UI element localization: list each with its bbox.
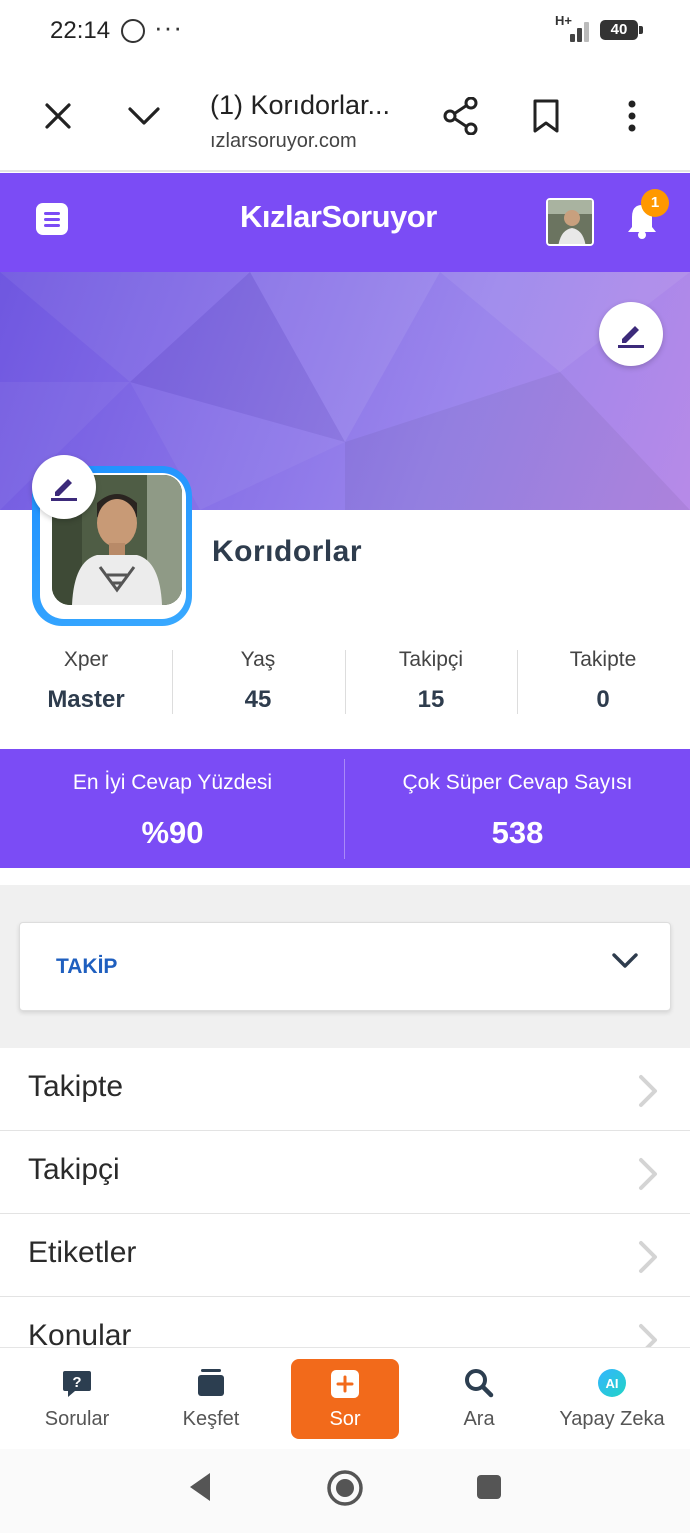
stat-following[interactable]: Takipte 0: [517, 640, 689, 722]
stat-followers[interactable]: Takipçi 15: [345, 640, 517, 722]
share-button[interactable]: [437, 92, 485, 140]
profile-username: Korıdorlar: [212, 535, 363, 568]
plus-icon: [331, 1370, 359, 1398]
close-tab-button[interactable]: [34, 92, 82, 140]
url-text[interactable]: ızlarsoruyor.com: [210, 130, 357, 153]
status-bar: 22:14 ··· H+ 40: [0, 0, 690, 62]
more-vertical-icon: [628, 100, 636, 132]
bookmark-button[interactable]: [522, 92, 570, 140]
takip-label: TAKİP: [56, 955, 118, 978]
takip-dropdown[interactable]: TAKİP: [19, 922, 671, 1011]
divider: [517, 650, 518, 714]
menu-button[interactable]: [36, 203, 68, 235]
list-item-etiketler[interactable]: Etiketler: [0, 1214, 690, 1297]
more-notifications-icon: ···: [154, 12, 183, 42]
best-answer-percentage: En İyi Cevap Yüzdesi %90: [72, 771, 273, 850]
stat-age: Yaş 45: [240, 648, 276, 713]
edit-cover-button[interactable]: [599, 302, 663, 366]
nav-sorular[interactable]: ? Sorular: [8, 1348, 146, 1450]
search-icon: [465, 1369, 494, 1398]
close-icon: [45, 103, 71, 129]
chevron-down-icon: [612, 953, 638, 968]
stat-xper: Xper Master: [47, 648, 125, 713]
browser-toolbar: (1) Korıdorlar... ızlarsoruyor.com: [0, 62, 690, 172]
bookmark-icon: [533, 99, 559, 133]
nav-ara[interactable]: Ara: [410, 1348, 548, 1450]
nav-sor[interactable]: Sor: [291, 1359, 399, 1439]
divider: [172, 650, 173, 714]
edit-avatar-button[interactable]: [32, 455, 96, 519]
nav-kesfet[interactable]: Keşfet: [142, 1348, 280, 1450]
recents-icon[interactable]: [476, 1474, 502, 1500]
svg-text:AI: AI: [606, 1376, 619, 1391]
pencil-icon: [618, 326, 644, 348]
pencil-icon: [51, 479, 77, 501]
list-item-takipte[interactable]: Takipte: [0, 1048, 690, 1131]
svg-text:?: ?: [72, 1374, 81, 1391]
home-icon[interactable]: [326, 1469, 364, 1507]
question-bubble-icon: ?: [63, 1371, 91, 1397]
chevron-down-icon: [128, 107, 160, 125]
signal-icon: [562, 18, 590, 42]
site-logo[interactable]: KızlarSoruyor: [240, 199, 437, 235]
more-options-button[interactable]: [608, 92, 656, 140]
share-icon: [443, 97, 478, 135]
status-time: 22:14: [50, 17, 111, 44]
ai-icon: AI: [598, 1369, 626, 1397]
site-header: KızlarSoruyor: [0, 173, 690, 272]
minimize-button[interactable]: [120, 92, 168, 140]
stack-icon: [198, 1369, 224, 1396]
battery-icon: 40: [600, 20, 643, 40]
chevron-right-icon: [639, 1158, 657, 1190]
bottom-navigation: ? Sorular Keşfet Sor Ara AI Yapay Zeka: [0, 1347, 690, 1449]
whatsapp-icon: [121, 19, 145, 43]
highlight-stats: En İyi Cevap Yüzdesi %90 Çok Süper Cevap…: [0, 749, 690, 868]
super-answer-count: Çok Süper Cevap Sayısı 538: [402, 771, 633, 850]
chevron-right-icon: [639, 1075, 657, 1107]
nav-yapay-zeka[interactable]: AI Yapay Zeka: [544, 1348, 680, 1450]
chevron-right-icon: [639, 1241, 657, 1273]
notification-badge: 1: [641, 189, 669, 217]
user-avatar[interactable]: [546, 198, 594, 246]
back-icon[interactable]: [186, 1471, 214, 1503]
list-item-takipci[interactable]: Takipçi: [0, 1131, 690, 1214]
divider: [345, 650, 346, 714]
system-navigation-bar: [0, 1449, 690, 1533]
tab-title: (1) Korıdorlar...: [210, 90, 391, 120]
